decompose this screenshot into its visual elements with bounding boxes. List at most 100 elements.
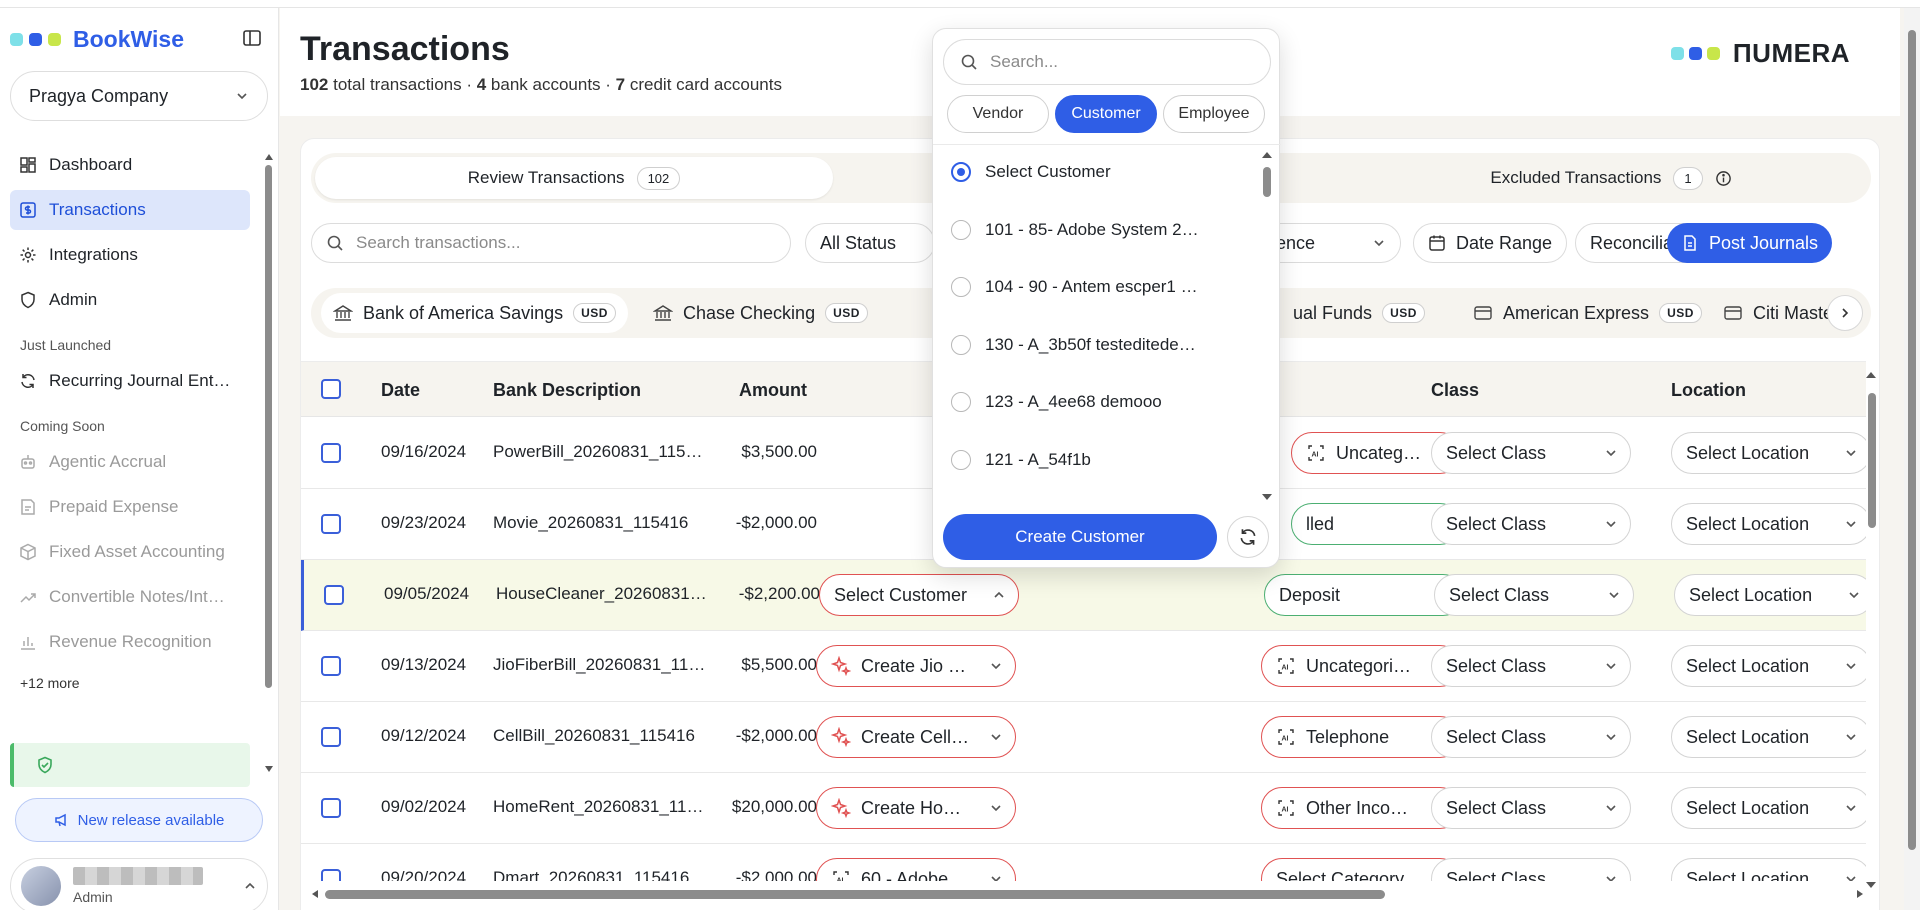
- location-select[interactable]: Select Location: [1671, 432, 1866, 474]
- row-checkbox[interactable]: [321, 727, 341, 747]
- class-select[interactable]: Select Class: [1431, 432, 1631, 474]
- refresh-button[interactable]: [1227, 516, 1269, 558]
- scroll-down-icon[interactable]: [1261, 493, 1273, 501]
- location-select[interactable]: Select Location: [1671, 503, 1866, 545]
- dropdown-scroll-thumb[interactable]: [1263, 167, 1271, 197]
- row-checkbox[interactable]: [321, 656, 341, 676]
- sidebar-item-convertible-notes[interactable]: Convertible Notes/Int…: [10, 577, 250, 617]
- sidebar-item-integrations[interactable]: Integrations: [10, 235, 250, 275]
- location-select[interactable]: Select Location: [1674, 574, 1866, 616]
- scroll-down-icon[interactable]: [1865, 881, 1877, 889]
- location-select[interactable]: Select Location: [1671, 787, 1866, 829]
- payee-select[interactable]: Create Cell…: [816, 716, 1016, 758]
- column-header-description[interactable]: Bank Description: [493, 380, 641, 401]
- create-customer-button[interactable]: Create Customer: [943, 514, 1217, 560]
- row-checkbox[interactable]: [324, 585, 344, 605]
- dropdown-search-input[interactable]: Search...: [943, 39, 1271, 85]
- table-row[interactable]: 09/05/2024 HouseCleaner_20260831… -$2,20…: [301, 560, 1866, 631]
- dropdown-scrollbar[interactable]: [1261, 151, 1273, 501]
- customer-option[interactable]: 101 - 85- Adobe System 2…: [951, 210, 1241, 250]
- sidebar-scroll-thumb[interactable]: [265, 165, 272, 688]
- brand-logo[interactable]: BookWise: [10, 26, 184, 53]
- payee-select[interactable]: Create Jio …: [816, 645, 1016, 687]
- page-scroll-thumb[interactable]: [1908, 30, 1916, 850]
- table-row[interactable]: 09/13/2024 JioFiberBill_20260831_11… $5,…: [301, 631, 1866, 702]
- sidebar-item-revenue-recognition[interactable]: Revenue Recognition: [10, 622, 250, 662]
- radio-button[interactable]: [951, 277, 971, 297]
- scroll-up-icon[interactable]: [1261, 151, 1273, 159]
- segment-customer[interactable]: Customer: [1055, 95, 1157, 133]
- sidebar-item-agentic-accrual[interactable]: Agentic Accrual: [10, 442, 250, 482]
- sidebar-item-dashboard[interactable]: Dashboard: [10, 145, 250, 185]
- tab-review-transactions[interactable]: Review Transactions 102: [315, 157, 833, 199]
- location-select[interactable]: Select Location: [1671, 858, 1866, 881]
- sidebar-item-admin[interactable]: Admin: [10, 280, 250, 320]
- table-hscroll-thumb[interactable]: [325, 890, 1385, 899]
- radio-button[interactable]: [951, 334, 971, 355]
- table-row[interactable]: 09/12/2024 CellBill_20260831_115416 -$2,…: [301, 702, 1866, 773]
- sidebar-collapse-icon[interactable]: [242, 28, 262, 48]
- class-select[interactable]: Select Class: [1431, 645, 1631, 687]
- payee-select[interactable]: Select Customer: [819, 574, 1019, 616]
- company-selector[interactable]: Pragya Company: [10, 71, 268, 121]
- info-icon[interactable]: [1715, 170, 1732, 187]
- radio-button[interactable]: [951, 449, 971, 470]
- scroll-left-icon[interactable]: [311, 889, 319, 899]
- sidebar-item-prepaid-expense[interactable]: Prepaid Expense: [10, 487, 250, 527]
- class-select[interactable]: Select Class: [1431, 503, 1631, 545]
- sidebar-item-transactions[interactable]: Transactions: [10, 190, 250, 230]
- bank-tab[interactable]: Bank of America Savings USD: [321, 293, 628, 333]
- option-select-customer[interactable]: Select Customer: [951, 152, 1241, 192]
- transaction-search-input[interactable]: Search transactions...: [311, 223, 791, 263]
- select-all-checkbox[interactable]: [321, 379, 341, 399]
- class-select[interactable]: Select Class: [1431, 716, 1631, 758]
- table-scroll-thumb[interactable]: [1868, 393, 1876, 528]
- bank-tab[interactable]: Chase Checking USD: [641, 293, 880, 333]
- column-header-class[interactable]: Class: [1431, 380, 1479, 401]
- status-filter[interactable]: All Status: [805, 223, 935, 263]
- customer-option[interactable]: 104 - 90 - Antem escper1 …: [951, 267, 1241, 307]
- row-checkbox[interactable]: [321, 443, 341, 463]
- radio-button[interactable]: [951, 219, 971, 240]
- table-vertical-scrollbar[interactable]: [1865, 371, 1879, 891]
- tab-excluded-transactions[interactable]: Excluded Transactions 1: [1351, 157, 1871, 199]
- date-range-button[interactable]: Date Range: [1413, 223, 1568, 263]
- customer-option[interactable]: 123 - A_4ee68 demooo: [951, 382, 1241, 422]
- payee-select[interactable]: Create Ho…: [816, 787, 1016, 829]
- customer-option[interactable]: 130 - A_3b50f testeditede…: [951, 325, 1241, 365]
- scroll-right-icon[interactable]: [1856, 889, 1864, 899]
- segment-vendor[interactable]: Vendor: [947, 95, 1049, 133]
- segment-employee[interactable]: Employee: [1163, 95, 1265, 133]
- class-select[interactable]: Select Class: [1431, 787, 1631, 829]
- customer-option[interactable]: 121 - A_54f1b: [951, 440, 1241, 480]
- new-release-button[interactable]: New release available: [15, 798, 263, 842]
- sidebar-item-fixed-asset[interactable]: Fixed Asset Accounting: [10, 532, 250, 572]
- bank-scroll-right-button[interactable]: [1827, 295, 1863, 331]
- post-journals-button[interactable]: Post Journals: [1667, 223, 1833, 263]
- row-checkbox[interactable]: [321, 869, 341, 881]
- sidebar-scrollbar[interactable]: [264, 153, 274, 773]
- sidebar-item-recurring-journal[interactable]: Recurring Journal Ent…: [10, 361, 250, 401]
- table-row[interactable]: 09/02/2024 HomeRent_20260831_11… $20,000…: [301, 773, 1866, 844]
- user-menu[interactable]: Admin: [10, 858, 268, 910]
- row-checkbox[interactable]: [321, 798, 341, 818]
- bank-tab[interactable]: American Express USD: [1461, 293, 1714, 333]
- radio-button[interactable]: [951, 392, 971, 412]
- row-checkbox[interactable]: [321, 514, 341, 534]
- bank-tab[interactable]: ual Funds USD: [1281, 293, 1437, 333]
- column-header-location[interactable]: Location: [1671, 380, 1746, 401]
- scroll-up-icon[interactable]: [1865, 371, 1877, 379]
- class-select[interactable]: Select Class: [1434, 574, 1634, 616]
- location-select[interactable]: Select Location: [1671, 716, 1866, 758]
- radio-button[interactable]: [951, 162, 971, 182]
- payee-select[interactable]: AI 60 - Adobe…: [816, 858, 1016, 881]
- column-header-amount[interactable]: Amount: [739, 380, 807, 401]
- column-header-date[interactable]: Date: [381, 380, 420, 401]
- scroll-down-icon[interactable]: [264, 765, 274, 773]
- scroll-up-icon[interactable]: [264, 153, 274, 161]
- page-scrollbar[interactable]: [1904, 8, 1920, 910]
- confidence-filter[interactable]: ence: [1261, 223, 1401, 263]
- table-horizontal-scrollbar[interactable]: [311, 887, 1866, 901]
- table-row[interactable]: 09/20/2024 Dmart_20260831_115416 -$2,000…: [301, 844, 1866, 881]
- more-link[interactable]: +12 more: [10, 667, 250, 699]
